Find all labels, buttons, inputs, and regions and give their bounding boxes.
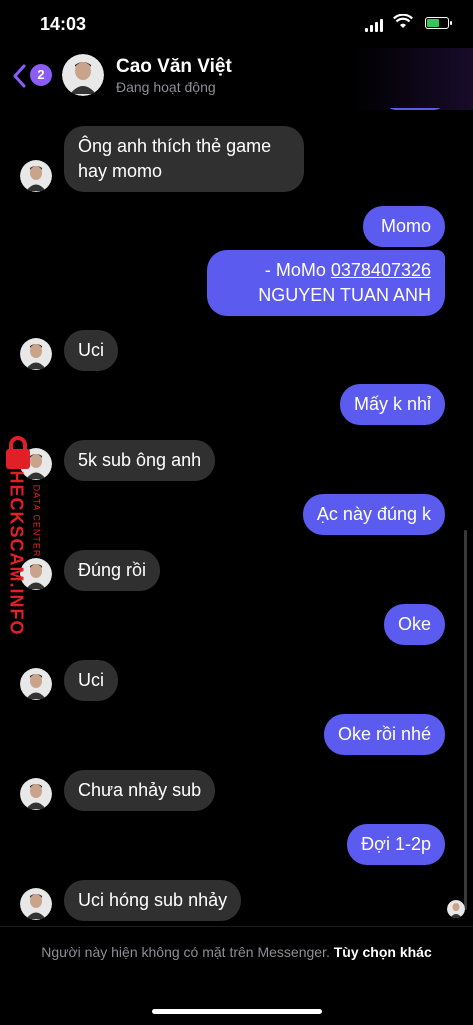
clock: 14:03 xyxy=(40,14,87,34)
chat-header: 2 Cao Văn Việt Đang hoạt động xyxy=(0,48,473,110)
sender-avatar xyxy=(20,338,52,370)
contact-avatar[interactable] xyxy=(62,54,104,96)
back-button[interactable]: 2 xyxy=(12,62,52,90)
offline-notice: Người này hiện không có mặt trên Messeng… xyxy=(41,944,432,960)
message-bubble[interactable]: Oke xyxy=(383,604,445,645)
footer: Người này hiện không có mặt trên Messeng… xyxy=(0,926,473,1025)
message-bubble[interactable]: Uci hóng sub nhảy xyxy=(64,880,242,921)
message-bubble[interactable]: - MoMo 0378407326 NGUYEN TUAN ANH xyxy=(207,250,445,316)
message-bubble[interactable]: Oke rồi nhé xyxy=(323,714,445,755)
unread-badge: 2 xyxy=(30,64,52,86)
more-options-link[interactable]: Tùy chọn khác xyxy=(334,944,432,960)
sender-avatar xyxy=(20,888,52,920)
message-bubble[interactable]: Momo xyxy=(363,206,445,247)
cellular-signal-icon xyxy=(365,18,383,32)
phone-link[interactable]: 0378407326 xyxy=(331,260,431,280)
watermark: DATA CENTER CHECKSCAM.INFO xyxy=(2,436,42,666)
contact-name[interactable]: Cao Văn Việt xyxy=(116,56,232,78)
message-bubble[interactable]: Mấy k nhỉ xyxy=(339,384,445,425)
status-bar: 14:03 xyxy=(0,0,473,48)
message-bubble-partial xyxy=(385,108,445,110)
watermark-title: CHECKSCAM.INFO xyxy=(6,456,27,636)
message-bubble[interactable]: Đợi 1-2p xyxy=(347,824,445,865)
sender-avatar xyxy=(20,668,52,700)
seen-receipt-avatar xyxy=(447,900,465,918)
watermark-subtitle: DATA CENTER xyxy=(31,484,42,558)
sender-avatar xyxy=(20,160,52,192)
message-bubble[interactable]: 5k sub ông anh xyxy=(64,440,216,481)
sender-avatar xyxy=(20,778,52,810)
message-bubble[interactable]: Uci xyxy=(64,660,118,701)
wifi-icon xyxy=(393,14,413,28)
message-bubble[interactable]: Uci xyxy=(64,330,118,371)
message-bubble[interactable]: Ông anh thích thẻ game hay momo xyxy=(64,126,304,192)
message-bubble[interactable]: Ạc này đúng k xyxy=(302,494,445,535)
presence-status: Đang hoạt động xyxy=(116,79,216,95)
message-bubble[interactable]: Đúng rồi xyxy=(64,550,161,591)
header-overlay xyxy=(353,48,473,110)
message-list[interactable]: Ông anh thích thẻ game hay momo Momo - M… xyxy=(0,108,473,928)
chevron-left-icon xyxy=(13,64,26,88)
message-bubble[interactable]: Chưa nhảy sub xyxy=(64,770,216,811)
battery-icon xyxy=(425,17,452,29)
scrollbar[interactable] xyxy=(464,530,467,910)
home-indicator[interactable] xyxy=(152,1009,322,1014)
